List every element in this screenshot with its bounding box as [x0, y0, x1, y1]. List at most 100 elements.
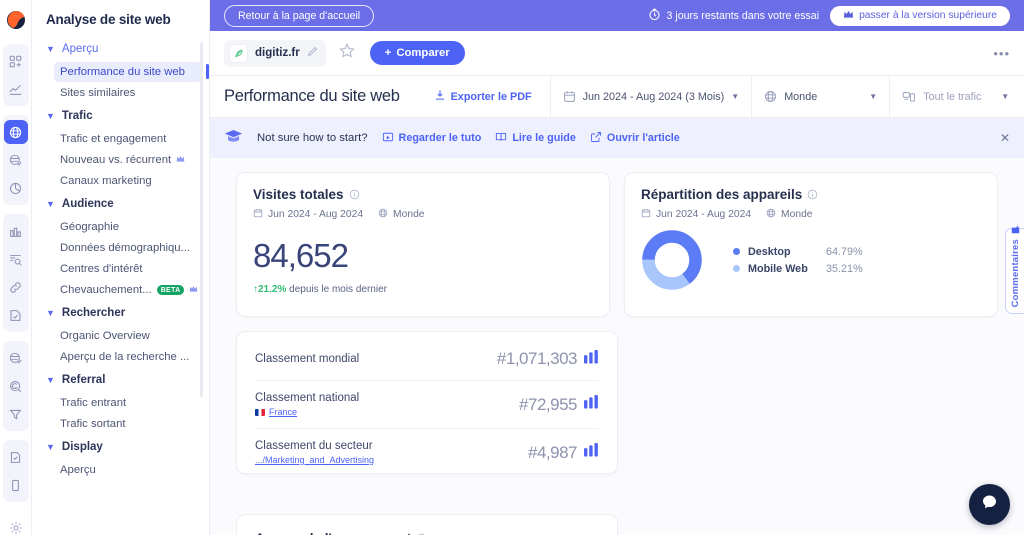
globe-icon — [378, 208, 388, 221]
domain-bar: digitiz.fr + Comparer ••• — [210, 31, 1024, 76]
sidebar-item-chevauchement[interactable]: Chevauchement... BETA — [54, 280, 203, 300]
compare-button[interactable]: + Comparer — [369, 41, 465, 65]
comments-label: Commentaires — [1009, 238, 1021, 307]
traffic-analytics-icon[interactable] — [3, 120, 28, 144]
domain-chip[interactable]: digitiz.fr — [224, 39, 326, 67]
rank-row: Classement national France #72,955 — [255, 381, 599, 429]
device-donut-wrap: Desktop 64.79% Mobile Web 35.21% — [641, 229, 981, 291]
more-options-icon[interactable]: ••• — [993, 46, 1010, 61]
device-split-subheader: Jun 2024 - Aug 2024 Monde — [641, 208, 981, 221]
domain-name: digitiz.fr — [255, 47, 300, 59]
sidebar-item-canaux-marketing[interactable]: Canaux marketing — [54, 171, 203, 191]
sidebar-group-trafic[interactable]: ▼ Trafic — [32, 104, 209, 128]
favicon-icon — [229, 43, 248, 63]
reports-icon[interactable] — [4, 445, 28, 469]
watch-tutorial-link[interactable]: Regarder le tuto — [382, 131, 481, 146]
app-root: Analyse de site web ▼ Aperçu Performance d… — [0, 0, 1024, 535]
sidebar-scrollbar[interactable] — [200, 42, 203, 397]
rank-value-wrap: #72,955 — [519, 395, 599, 415]
rank-bars-icon — [584, 443, 599, 462]
main-area: Retour à la page d'accueil 3 jours resta… — [210, 0, 1024, 535]
sidebar-item-label: Données démographiqu... — [60, 242, 191, 254]
device-donut-chart — [642, 230, 702, 290]
trial-status: 3 jours restants dans votre essai — [648, 8, 819, 24]
ad-research-icon[interactable] — [4, 374, 28, 398]
advertising-icon[interactable] — [4, 346, 28, 370]
domain-overview-icon[interactable] — [4, 219, 28, 243]
rail-group-advertising — [2, 341, 29, 431]
mobile-icon[interactable] — [4, 473, 28, 497]
sidebar-item-trafic-entrant[interactable]: Trafic entrant — [54, 393, 203, 413]
sidebar-item-centres-d-int-r-t[interactable]: Centres d'intérêt — [54, 259, 203, 279]
sidebar-item-organic-overview[interactable]: Organic Overview — [54, 326, 203, 346]
rank-sublink[interactable]: France — [269, 407, 297, 417]
sidebar-group-aperçu[interactable]: ▼ Aperçu — [32, 37, 209, 61]
favorite-star-icon[interactable] — [339, 42, 355, 64]
help-banner: Not sure how to start? Regarder le tuto … — [210, 118, 1024, 158]
market-explorer-icon[interactable] — [4, 148, 28, 172]
sidebar-group-label: Display — [61, 441, 103, 453]
legend-value: 35.21% — [826, 262, 863, 275]
comment-icon — [1010, 225, 1021, 234]
total-visits-card: Visites totales Jun 2024 - Aug 2024 Mond… — [236, 172, 610, 317]
legend-item-mobile-web: Mobile Web 35.21% — [733, 263, 863, 275]
rank-sublink[interactable]: .../Marketing_and_Advertising — [255, 455, 374, 465]
sidebar-item-label: Sites similaires — [60, 87, 136, 99]
comments-side-tab[interactable]: Commentaires — [1005, 225, 1024, 314]
sidebar-group-display[interactable]: ▼ Display — [32, 435, 209, 459]
keyword-research-icon[interactable] — [4, 247, 28, 271]
rail-group-reports — [2, 440, 29, 502]
rank-bars-icon — [584, 395, 599, 414]
sidebar-item-label: Centres d'intérêt — [60, 263, 143, 275]
date-range-filter[interactable]: Jun 2024 - Aug 2024 (3 Mois) ▼ — [549, 76, 752, 117]
info-icon[interactable] — [349, 189, 360, 200]
backlinks-icon[interactable] — [4, 275, 28, 299]
sidebar-item-performance-du-site-web[interactable]: Performance du site web — [54, 62, 209, 82]
video-icon — [382, 131, 394, 146]
rank-label-wrap: Classement du secteur .../Marketing_and_A… — [255, 440, 374, 465]
rank-label: Classement mondial — [255, 353, 360, 365]
geo-filter[interactable]: Monde ▼ — [751, 76, 889, 117]
sidebar-group-audience[interactable]: ▼ Audience — [32, 192, 209, 216]
sidebar-item-trafic-et-engagement[interactable]: Trafic et engagement — [54, 129, 203, 149]
info-icon[interactable] — [807, 189, 818, 200]
back-to-home-button[interactable]: Retour à la page d'accueil — [224, 4, 375, 27]
open-article-link[interactable]: Ouvrir l'article — [590, 131, 680, 146]
content-icon[interactable] — [4, 303, 28, 327]
sidebar-group-label: Trafic — [61, 110, 93, 122]
filter-icon[interactable] — [4, 402, 28, 426]
edit-pencil-icon[interactable] — [307, 44, 318, 62]
rank-label-wrap: Classement national France — [255, 392, 359, 417]
traffic-type-filter[interactable]: Tout le trafic ▼ — [889, 76, 1021, 117]
export-pdf-button[interactable]: Exporter le PDF — [400, 76, 550, 117]
engagement-header: Aperçu de l'engagement — [255, 531, 599, 535]
sidebar-item-sites-similaires[interactable]: Sites similaires — [54, 83, 203, 103]
upgrade-button[interactable]: passer à la version supérieure — [830, 5, 1010, 26]
close-icon[interactable]: ✕ — [1000, 131, 1010, 145]
trends-icon[interactable] — [4, 77, 28, 101]
calendar-icon — [641, 208, 651, 221]
sidebar-item-donn-es-d-mographiqu[interactable]: Données démographiqu... — [54, 238, 203, 258]
total-visits-geo: Monde — [393, 209, 425, 220]
nav-sidebar: Analyse de site web ▼ Aperçu Performance d… — [32, 0, 210, 535]
graduation-cap-icon — [224, 129, 243, 147]
plus-icon: + — [384, 47, 392, 59]
sidebar-item-aper-u[interactable]: Aperçu — [54, 460, 203, 480]
one2target-icon[interactable] — [4, 176, 28, 200]
date-range-value: Jun 2024 - Aug 2024 (3 Mois) — [582, 90, 725, 103]
trial-topbar: Retour à la page d'accueil 3 jours resta… — [210, 0, 1024, 31]
sidebar-item-trafic-sortant[interactable]: Trafic sortant — [54, 414, 203, 434]
sidebar-item-aper-u-de-la-recherche[interactable]: Aperçu de la recherche ... — [54, 347, 203, 367]
sidebar-item-nouveau-vs-r-current[interactable]: Nouveau vs. récurrent — [54, 150, 203, 170]
clock-icon — [648, 8, 661, 24]
sidebar-item-g-ographie[interactable]: Géographie — [54, 217, 203, 237]
projects-icon[interactable] — [4, 49, 28, 73]
chat-fab-button[interactable] — [969, 484, 1010, 525]
settings-icon[interactable] — [9, 521, 23, 535]
semrush-logo-icon[interactable] — [6, 10, 26, 30]
read-guide-link[interactable]: Lire le guide — [495, 131, 576, 146]
sidebar-group-referral[interactable]: ▼ Referral — [32, 368, 209, 392]
rank-value: #1,071,303 — [496, 349, 578, 368]
flag-france-icon — [255, 408, 265, 416]
sidebar-group-rechercher[interactable]: ▼ Rechercher — [32, 301, 209, 325]
